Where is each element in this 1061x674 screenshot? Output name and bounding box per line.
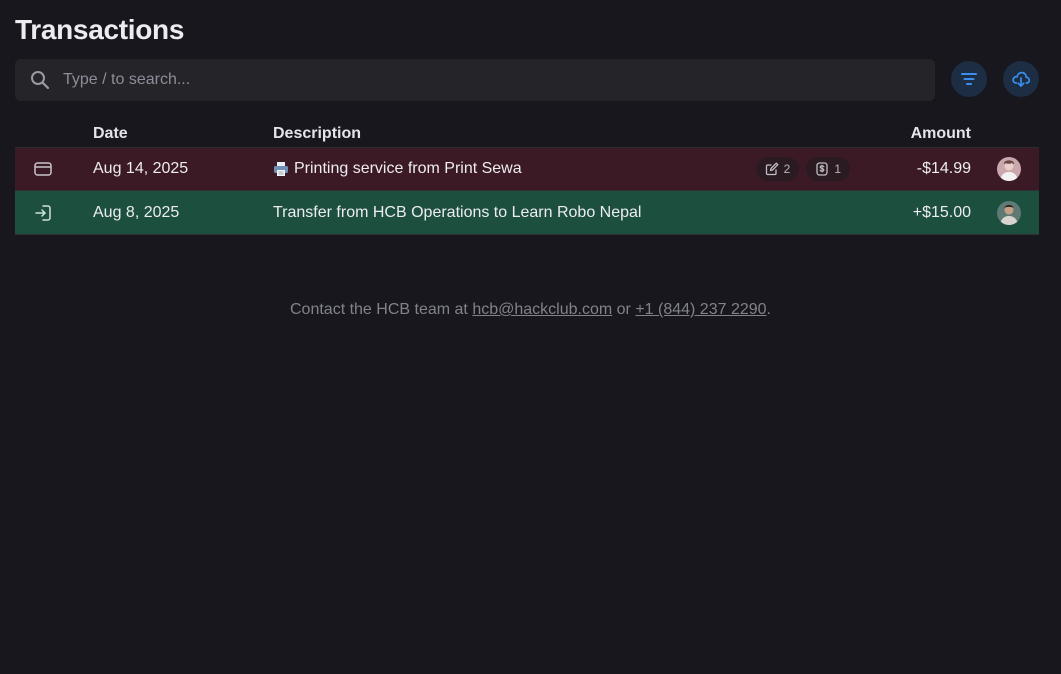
transaction-description[interactable]: Printing service from Print Sewa	[294, 160, 522, 178]
edit-note-icon	[765, 162, 779, 176]
comments-badge[interactable]: 2	[755, 157, 800, 181]
transactions-page: Transactions Date Description Amount Aug…	[0, 0, 1061, 674]
column-header-description: Description	[273, 125, 362, 142]
avatar-image	[997, 200, 1021, 225]
footer-or: or	[616, 301, 631, 318]
transaction-description-cell: Printing service from Print Sewa	[273, 148, 522, 190]
transaction-date: Aug 14, 2025	[93, 160, 189, 177]
transaction-amount: -$14.99	[916, 160, 971, 177]
avatar[interactable]	[997, 191, 1021, 234]
footer-suffix: .	[766, 301, 771, 318]
receipts-count: 1	[834, 162, 841, 176]
row-badges: 2 1	[755, 148, 850, 190]
filter-button[interactable]	[951, 61, 987, 97]
printer-icon	[273, 161, 289, 177]
support-phone-link[interactable]: +1 (844) 237 2290	[635, 301, 766, 318]
transaction-date: Aug 8, 2025	[93, 203, 180, 221]
transaction-description[interactable]: Transfer from HCB Operations to Learn Ro…	[273, 191, 641, 234]
cloud-download-icon	[1011, 69, 1031, 89]
comments-count: 2	[783, 162, 791, 176]
search-icon	[30, 70, 50, 90]
contact-footer: Contact the HCB team at hcb@hackclub.com…	[0, 301, 1061, 319]
search-input[interactable]	[63, 71, 935, 89]
support-email-link[interactable]: hcb@hackclub.com	[472, 301, 612, 318]
avatar[interactable]	[997, 148, 1021, 190]
transaction-amount: +$15.00	[912, 203, 971, 221]
search-bar[interactable]	[15, 59, 935, 101]
table-row[interactable]: Aug 14, 2025 Printing service from Print…	[15, 148, 1039, 191]
table-row[interactable]: Aug 8, 2025 Transfer from HCB Operations…	[15, 191, 1039, 235]
filter-icon	[960, 70, 978, 88]
page-title: Transactions	[15, 14, 185, 45]
column-header-date: Date	[93, 125, 128, 142]
avatar-image	[997, 157, 1021, 181]
footer-prefix: Contact the HCB team at	[290, 301, 468, 318]
card-icon	[33, 148, 53, 190]
receipts-badge[interactable]: 1	[806, 157, 850, 181]
export-button[interactable]	[1003, 61, 1039, 97]
transfer-in-icon	[33, 191, 53, 234]
table-header: Date Description Amount	[15, 120, 1039, 148]
column-header-amount: Amount	[910, 125, 971, 142]
receipt-icon	[815, 162, 829, 176]
